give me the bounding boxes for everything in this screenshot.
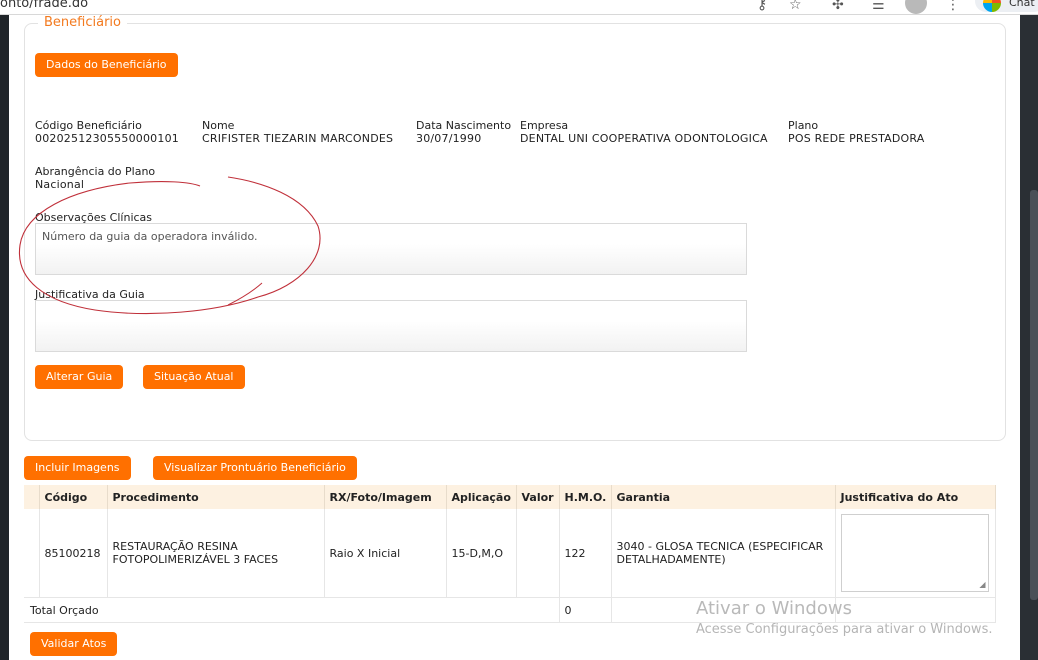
cell-justificativa: ◢ xyxy=(835,509,996,598)
nome-value: CRIFISTER TIEZARIN MARCONDES xyxy=(202,132,394,145)
cell-hmo: 122 xyxy=(559,509,612,598)
profile-avatar[interactable] xyxy=(905,0,927,14)
plano-label: Plano xyxy=(788,119,819,132)
nascimento-value: 30/07/1990 xyxy=(416,132,482,145)
total-label: Total Orçado xyxy=(24,597,560,623)
cell-aplicacao: 15-D,M,O xyxy=(446,509,517,598)
plano-value: POS REDE PRESTADORA xyxy=(788,132,925,145)
beneficiario-legend: Beneficiário xyxy=(38,15,127,30)
left-dark-edge xyxy=(0,15,9,660)
header-rx: RX/Foto/Imagem xyxy=(324,485,447,509)
address-bar-url[interactable]: onto/frade.do xyxy=(0,0,88,11)
codigo-value: 00202512305550000101 xyxy=(35,132,179,145)
reading-list-icon[interactable]: ☰ xyxy=(872,0,885,13)
resize-grip-icon[interactable]: ◢ xyxy=(979,580,985,589)
header-spacer xyxy=(24,485,40,509)
row-spacer xyxy=(24,509,40,598)
header-justificativa: Justificativa do Ato xyxy=(835,485,996,509)
dados-beneficiario-button[interactable]: Dados do Beneficiário xyxy=(35,53,178,77)
table-row: 85100218 RESTAURAÇÃO RESINA FOTOPOLIMERI… xyxy=(24,509,996,598)
header-hmo: H.M.O. xyxy=(559,485,612,509)
table-header-row: Código Procedimento RX/Foto/Imagem Aplic… xyxy=(24,485,996,509)
cell-procedimento: RESTAURAÇÃO RESINA FOTOPOLIMERIZÁVEL 3 F… xyxy=(107,509,325,598)
validar-atos-button[interactable]: Validar Atos xyxy=(30,632,118,656)
situacao-atual-button[interactable]: Situação Atual xyxy=(143,365,245,389)
empresa-value: DENTAL UNI COOPERATIVA ODONTOLOGICA xyxy=(520,132,768,145)
abrangencia-value: Nacional xyxy=(35,178,85,191)
empresa-label: Empresa xyxy=(520,119,569,132)
cell-garantia: 3040 - GLOSA TECNICA (ESPECIFICAR DETALH… xyxy=(611,509,836,598)
justificativa-guia-textarea[interactable] xyxy=(35,300,747,352)
header-aplicacao: Aplicação xyxy=(446,485,517,509)
visualizar-prontuario-button[interactable]: Visualizar Prontuário Beneficiário xyxy=(153,456,357,480)
windows-watermark-subtitle: Acesse Configurações para ativar o Windo… xyxy=(696,622,993,637)
extensions-icon[interactable]: ✣ xyxy=(832,0,844,13)
header-valor: Valor xyxy=(516,485,560,509)
menu-dots-icon[interactable]: ⋮ xyxy=(946,0,960,13)
star-icon[interactable]: ☆ xyxy=(789,0,802,13)
observacoes-textarea[interactable]: Número da guia da operadora inválido. xyxy=(35,223,747,275)
key-icon[interactable]: ⚷ xyxy=(757,0,767,13)
abrangencia-label: Abrangência do Plano xyxy=(35,165,156,178)
header-codigo: Código xyxy=(39,485,108,509)
chat-label: Chat xyxy=(1009,0,1035,9)
nome-label: Nome xyxy=(202,119,235,132)
nascimento-label: Data Nascimento xyxy=(416,119,512,132)
vertical-scrollbar-thumb[interactable] xyxy=(1030,190,1038,600)
total-empty-2 xyxy=(835,597,996,623)
cell-rx: Raio X Inicial xyxy=(324,509,447,598)
windows-watermark-title: Ativar o Windows xyxy=(696,598,852,619)
cell-codigo: 85100218 xyxy=(39,509,108,598)
cell-valor xyxy=(516,509,560,598)
header-garantia: Garantia xyxy=(611,485,836,509)
total-hmo: 0 xyxy=(559,597,612,623)
codigo-label: Código Beneficiário xyxy=(35,119,142,132)
browser-toolbar: onto/frade.do ⚷ ☆ ✣ ☰ ⋮ Chat xyxy=(0,0,1038,15)
justificativa-ato-textarea[interactable]: ◢ xyxy=(840,514,989,592)
header-procedimento: Procedimento xyxy=(107,485,325,509)
incluir-imagens-button[interactable]: Incluir Imagens xyxy=(24,456,131,480)
alterar-guia-button[interactable]: Alterar Guia xyxy=(35,365,124,389)
